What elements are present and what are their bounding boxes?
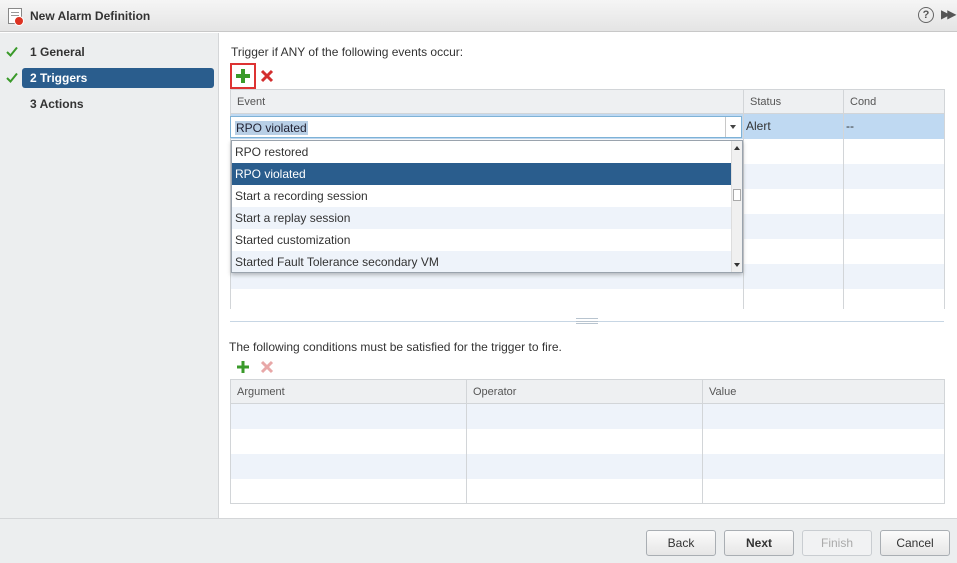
add-trigger-button[interactable] (230, 63, 256, 89)
cancel-button[interactable]: Cancel (880, 530, 950, 556)
table-row (230, 428, 945, 454)
column-status[interactable]: Status (743, 89, 844, 114)
column-event[interactable]: Event (230, 89, 744, 114)
column-operator[interactable]: Operator (466, 379, 703, 404)
step-triggers[interactable]: 2 Triggers (22, 68, 214, 88)
column-argument[interactable]: Argument (230, 379, 467, 404)
wizard-steps-sidebar: 1 General 2 Triggers 3 Actions (0, 33, 219, 518)
trigger-cond[interactable]: -- (843, 113, 945, 139)
help-icon[interactable]: ? (918, 7, 934, 23)
chevron-down-icon[interactable] (725, 117, 741, 137)
event-select[interactable]: RPO violated (230, 116, 742, 138)
conditions-heading: The following conditions must be satisfi… (229, 340, 562, 354)
wizard-footer: Back Next Finish Cancel (0, 518, 957, 563)
x-icon (260, 360, 274, 374)
step-2-check-icon (6, 68, 20, 88)
dropdown-scrollbar[interactable] (731, 141, 742, 272)
event-dropdown-list[interactable]: RPO restored RPO violated Start a record… (231, 140, 743, 273)
dropdown-option[interactable]: Start a recording session (232, 185, 732, 207)
triggers-heading: Trigger if ANY of the following events o… (231, 45, 464, 59)
dropdown-option-selected[interactable]: RPO violated (232, 163, 732, 185)
scroll-up-icon[interactable] (734, 146, 740, 150)
add-condition-button[interactable] (235, 359, 251, 375)
dropdown-option[interactable]: RPO restored (232, 141, 732, 163)
window-title: New Alarm Definition (30, 9, 151, 23)
triggers-panel: Trigger if ANY of the following events o… (220, 33, 957, 518)
back-button[interactable]: Back (646, 530, 716, 556)
title-bar: New Alarm Definition ? ▶▶ (0, 0, 957, 32)
scroll-thumb[interactable] (733, 189, 741, 201)
trigger-status[interactable]: Alert (743, 113, 844, 139)
next-button[interactable]: Next (724, 530, 794, 556)
table-row (230, 453, 945, 479)
step-1-check-icon (6, 42, 20, 62)
table-row (230, 403, 945, 429)
x-icon (260, 69, 274, 83)
table-row (230, 288, 945, 309)
expand-icon[interactable]: ▶▶ (941, 7, 957, 21)
scroll-down-icon[interactable] (734, 263, 740, 267)
splitter-handle[interactable] (576, 318, 598, 324)
plus-icon (237, 361, 249, 373)
step-general[interactable]: 1 General (22, 42, 214, 62)
alarm-definition-icon (8, 8, 24, 26)
remove-trigger-button[interactable] (260, 69, 276, 85)
dropdown-option[interactable]: Started customization (232, 229, 732, 251)
remove-condition-button[interactable] (260, 360, 276, 376)
conditions-table: Argument Operator Value (230, 379, 945, 504)
plus-icon (236, 69, 250, 83)
finish-button[interactable]: Finish (802, 530, 872, 556)
dropdown-option[interactable]: Started Fault Tolerance secondary VM (232, 251, 732, 272)
table-row (230, 478, 945, 504)
column-cond[interactable]: Cond (843, 89, 945, 114)
event-select-value: RPO violated (235, 121, 308, 135)
column-value[interactable]: Value (702, 379, 945, 404)
step-actions[interactable]: 3 Actions (22, 94, 214, 114)
dropdown-option[interactable]: Start a replay session (232, 207, 732, 229)
